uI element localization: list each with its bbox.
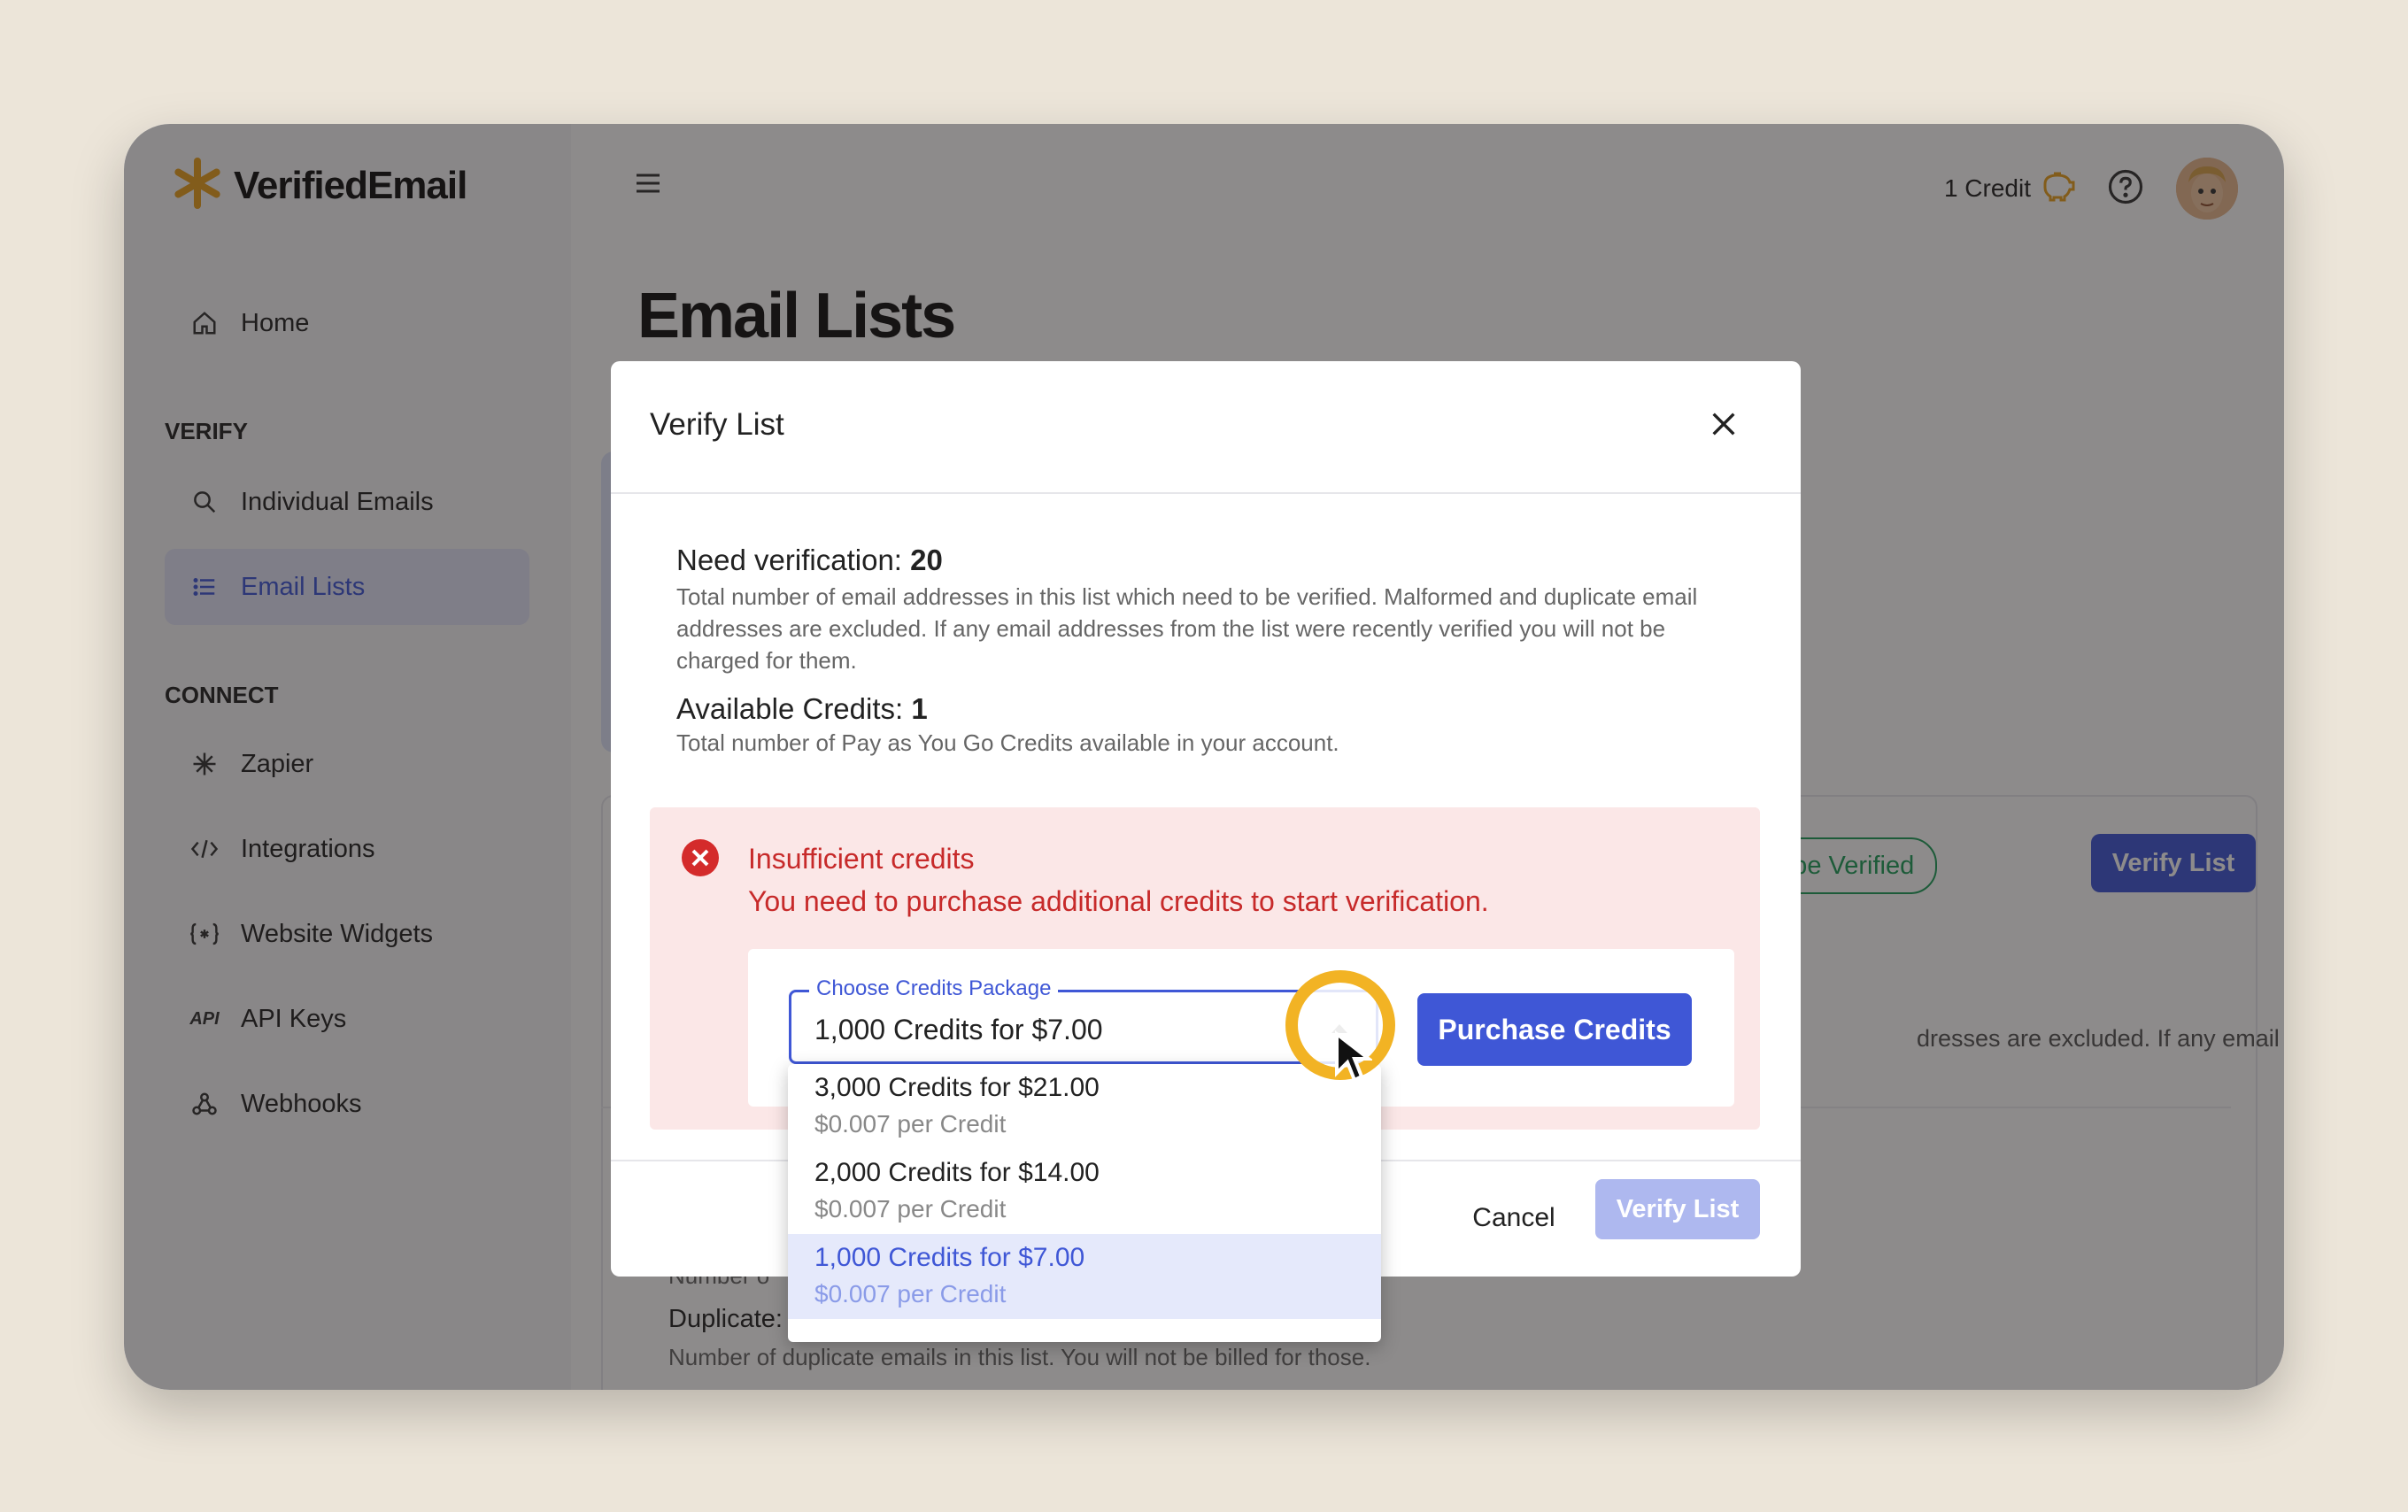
option-sublabel: $0.007 per Credit bbox=[814, 1195, 1007, 1223]
dropdown-option-selected[interactable]: 1,000 Credits for $7.00 $0.007 per Credi… bbox=[788, 1234, 1381, 1319]
need-verification-label: Need verification: bbox=[676, 544, 902, 576]
option-label: 1,000 Credits for $7.00 bbox=[814, 1243, 1085, 1272]
modal-title: Verify List bbox=[650, 407, 784, 442]
purchase-credits-button[interactable]: Purchase Credits bbox=[1417, 993, 1692, 1066]
cancel-button[interactable]: Cancel bbox=[1443, 1188, 1585, 1248]
option-sublabel: $0.007 per Credit bbox=[814, 1110, 1007, 1138]
modal-header: Verify List bbox=[611, 361, 1801, 494]
option-sublabel: $0.007 per Credit bbox=[814, 1280, 1007, 1308]
available-credits-description: Total number of Pay as You Go Credits av… bbox=[676, 729, 1339, 756]
close-icon[interactable] bbox=[1709, 409, 1739, 444]
need-verification-row: Need verification: 20 bbox=[676, 544, 943, 577]
dropdown-option[interactable]: 2,000 Credits for $14.00 $0.007 per Cred… bbox=[788, 1149, 1381, 1234]
cursor-icon bbox=[1333, 1030, 1374, 1088]
credits-package-dropdown: 3,000 Credits for $21.00 $0.007 per Cred… bbox=[788, 1064, 1381, 1342]
option-label: 3,000 Credits for $21.00 bbox=[814, 1073, 1100, 1102]
dropdown-option[interactable]: 3,000 Credits for $21.00 $0.007 per Cred… bbox=[788, 1064, 1381, 1149]
select-value: 1,000 Credits for $7.00 bbox=[814, 1014, 1103, 1045]
need-verification-description: Total number of email addresses in this … bbox=[676, 583, 1698, 674]
error-icon bbox=[680, 837, 721, 883]
option-label: 2,000 Credits for $14.00 bbox=[814, 1158, 1100, 1187]
verify-list-button[interactable]: Verify List bbox=[1595, 1179, 1760, 1239]
alert-title: Insufficient credits bbox=[748, 843, 975, 875]
select-label: Choose Credits Package bbox=[809, 976, 1059, 1001]
need-verification-value: 20 bbox=[910, 544, 943, 576]
available-credits-value: 1 bbox=[911, 692, 928, 725]
alert-message: You need to purchase additional credits … bbox=[748, 885, 1489, 917]
available-credits-label: Available Credits: bbox=[676, 692, 904, 725]
available-credits-row: Available Credits: 1 bbox=[676, 692, 928, 726]
